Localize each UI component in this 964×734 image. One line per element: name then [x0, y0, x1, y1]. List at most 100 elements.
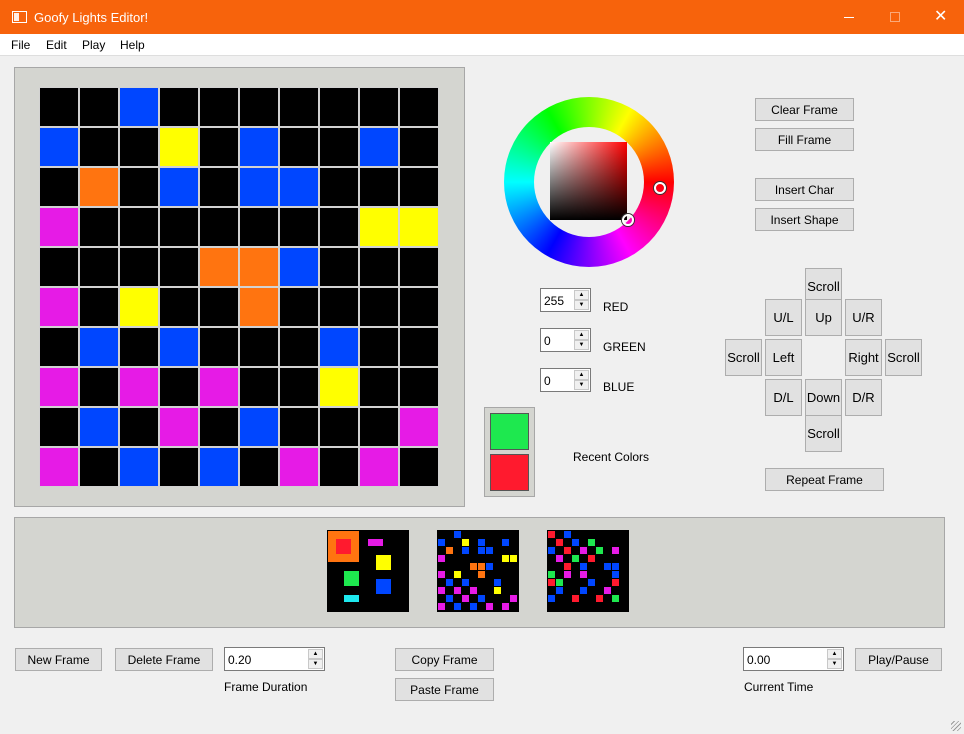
grid-cell[interactable]	[160, 328, 198, 366]
grid-cell[interactable]	[240, 248, 278, 286]
green-spinbox[interactable]: 0 ▲ ▼	[540, 328, 591, 352]
grid-cell[interactable]	[280, 208, 318, 246]
grid-cell[interactable]	[120, 88, 158, 126]
grid-cell[interactable]	[40, 328, 78, 366]
grid-cell[interactable]	[360, 368, 398, 406]
grid-cell[interactable]	[400, 248, 438, 286]
grid-cell[interactable]	[120, 328, 158, 366]
shift-up-button[interactable]: Up	[805, 299, 842, 336]
shift-up-right-button[interactable]: U/R	[845, 299, 882, 336]
grid-cell[interactable]	[360, 88, 398, 126]
grid-cell[interactable]	[280, 168, 318, 206]
grid-cell[interactable]	[280, 448, 318, 486]
grid-cell[interactable]	[360, 448, 398, 486]
shift-down-button[interactable]: Down	[805, 379, 842, 416]
grid-cell[interactable]	[400, 408, 438, 446]
paste-frame-button[interactable]: Paste Frame	[395, 678, 494, 701]
grid-cell[interactable]	[200, 208, 238, 246]
grid-cell[interactable]	[240, 128, 278, 166]
play-pause-button[interactable]: Play/Pause	[855, 648, 942, 671]
delete-frame-button[interactable]: Delete Frame	[115, 648, 213, 671]
saturation-value-square[interactable]	[550, 142, 627, 220]
current-time-up-arrow-icon[interactable]: ▲	[827, 649, 842, 659]
grid-cell[interactable]	[80, 448, 118, 486]
grid-cell[interactable]	[280, 328, 318, 366]
grid-cell[interactable]	[320, 128, 358, 166]
grid-cell[interactable]	[160, 208, 198, 246]
grid-cell[interactable]	[320, 248, 358, 286]
recent-color-swatch[interactable]	[490, 413, 529, 450]
shift-down-right-button[interactable]: D/R	[845, 379, 882, 416]
grid-cell[interactable]	[320, 368, 358, 406]
new-frame-button[interactable]: New Frame	[15, 648, 102, 671]
menu-play[interactable]: Play	[82, 38, 105, 52]
resize-grip-icon[interactable]	[951, 721, 961, 731]
grid-cell[interactable]	[160, 128, 198, 166]
saturation-handle[interactable]	[622, 214, 634, 226]
grid-cell[interactable]	[160, 168, 198, 206]
grid-cell[interactable]	[320, 208, 358, 246]
grid-cell[interactable]	[200, 248, 238, 286]
scroll-down-button[interactable]: Scroll	[805, 415, 842, 452]
grid-cell[interactable]	[240, 328, 278, 366]
grid-cell[interactable]	[80, 288, 118, 326]
grid-cell[interactable]	[240, 208, 278, 246]
grid-cell[interactable]	[360, 408, 398, 446]
grid-cell[interactable]	[280, 368, 318, 406]
grid-cell[interactable]	[200, 288, 238, 326]
grid-cell[interactable]	[80, 168, 118, 206]
grid-cell[interactable]	[280, 248, 318, 286]
grid-cell[interactable]	[320, 448, 358, 486]
shift-right-button[interactable]: Right	[845, 339, 882, 376]
grid-cell[interactable]	[80, 208, 118, 246]
grid-cell[interactable]	[400, 208, 438, 246]
blue-down-arrow-icon[interactable]: ▼	[574, 380, 589, 390]
current-time-down-arrow-icon[interactable]: ▼	[827, 659, 842, 669]
grid-cell[interactable]	[80, 368, 118, 406]
grid-cell[interactable]	[80, 88, 118, 126]
copy-frame-button[interactable]: Copy Frame	[395, 648, 494, 671]
grid-cell[interactable]	[320, 168, 358, 206]
scroll-right-button[interactable]: Scroll	[885, 339, 922, 376]
insert-char-button[interactable]: Insert Char	[755, 178, 854, 201]
menu-edit[interactable]: Edit	[46, 38, 67, 52]
pixel-grid[interactable]	[39, 87, 439, 487]
grid-cell[interactable]	[360, 328, 398, 366]
grid-cell[interactable]	[200, 368, 238, 406]
grid-cell[interactable]	[160, 368, 198, 406]
scroll-left-button[interactable]: Scroll	[725, 339, 762, 376]
red-spinbox[interactable]: 255 ▲ ▼	[540, 288, 591, 312]
grid-cell[interactable]	[40, 208, 78, 246]
grid-cell[interactable]	[200, 168, 238, 206]
grid-cell[interactable]	[320, 328, 358, 366]
grid-cell[interactable]	[120, 288, 158, 326]
grid-cell[interactable]	[40, 408, 78, 446]
grid-cell[interactable]	[160, 288, 198, 326]
frame-duration-down-arrow-icon[interactable]: ▼	[308, 659, 323, 669]
grid-cell[interactable]	[240, 368, 278, 406]
clear-frame-button[interactable]: Clear Frame	[755, 98, 854, 121]
grid-cell[interactable]	[400, 128, 438, 166]
grid-cell[interactable]	[360, 128, 398, 166]
grid-cell[interactable]	[360, 288, 398, 326]
frame-duration-spinbox[interactable]: 0.20 ▲ ▼	[224, 647, 325, 671]
grid-cell[interactable]	[200, 128, 238, 166]
grid-cell[interactable]	[400, 368, 438, 406]
grid-cell[interactable]	[120, 248, 158, 286]
grid-cell[interactable]	[80, 128, 118, 166]
grid-cell[interactable]	[160, 248, 198, 286]
fill-frame-button[interactable]: Fill Frame	[755, 128, 854, 151]
shift-left-button[interactable]: Left	[765, 339, 802, 376]
grid-cell[interactable]	[400, 288, 438, 326]
repeat-frame-button[interactable]: Repeat Frame	[765, 468, 884, 491]
grid-cell[interactable]	[320, 288, 358, 326]
grid-cell[interactable]	[240, 88, 278, 126]
grid-cell[interactable]	[120, 128, 158, 166]
grid-cell[interactable]	[280, 288, 318, 326]
grid-cell[interactable]	[120, 168, 158, 206]
grid-cell[interactable]	[400, 168, 438, 206]
grid-cell[interactable]	[40, 448, 78, 486]
grid-cell[interactable]	[40, 288, 78, 326]
grid-cell[interactable]	[240, 448, 278, 486]
close-button[interactable]: ✕	[918, 0, 964, 34]
